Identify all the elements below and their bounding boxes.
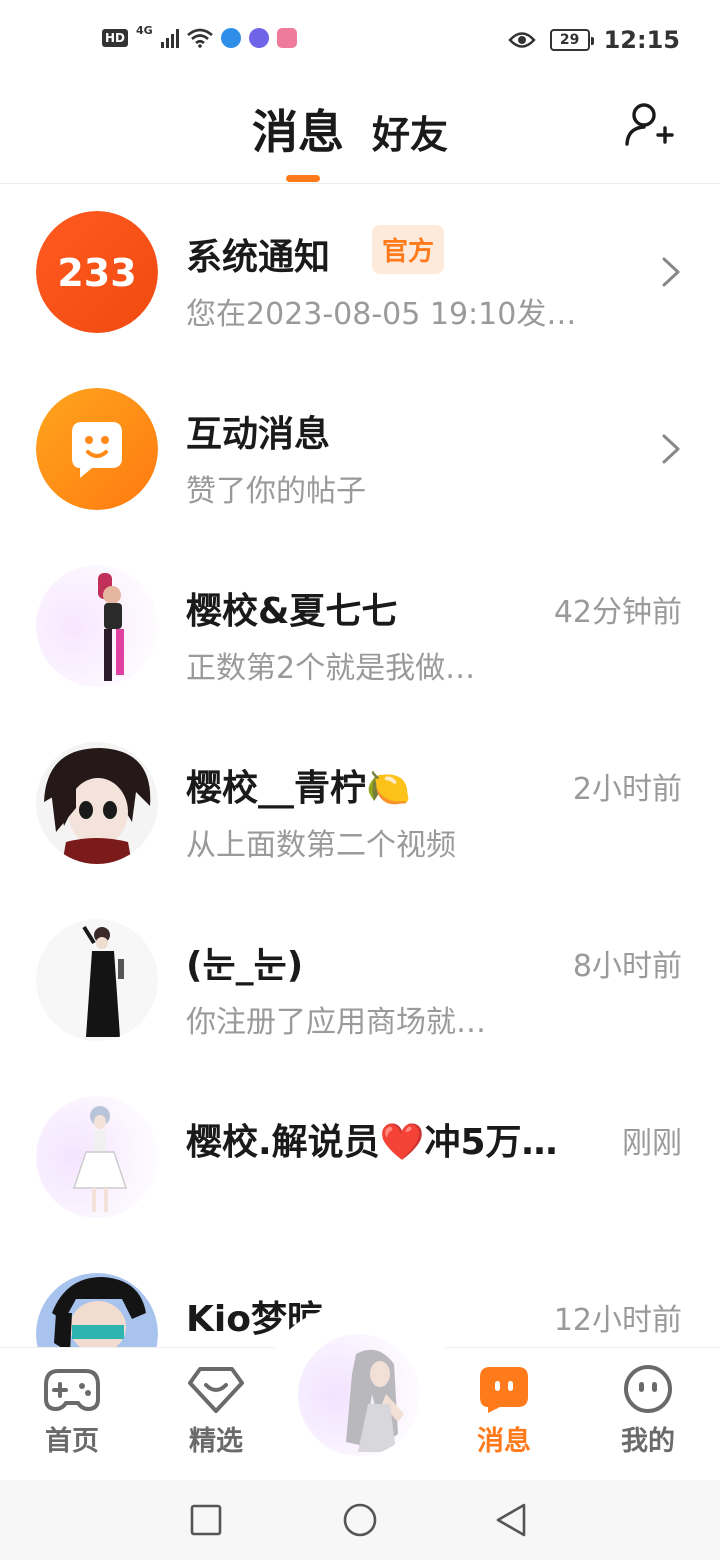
conversation-name: 系统通知 bbox=[186, 237, 331, 278]
hd-icon: HD bbox=[102, 29, 129, 47]
list-item[interactable]: 樱校__青柠🍋 2小时前 从上面数第二个视频 bbox=[0, 716, 720, 893]
gamepad-icon bbox=[44, 1369, 100, 1412]
conversation-time: 12小时前 bbox=[553, 1303, 682, 1338]
chat-bubble-icon bbox=[480, 1367, 528, 1413]
back-icon[interactable] bbox=[494, 1502, 530, 1538]
conversation-preview: 你注册了应用商场就… bbox=[186, 1005, 486, 1040]
nav-mine[interactable]: 我的 bbox=[598, 1363, 698, 1458]
system-notification-avatar: 233 bbox=[36, 211, 158, 333]
chevron-right-icon bbox=[660, 255, 684, 289]
avatar-text: 233 bbox=[57, 251, 136, 295]
chevron-right-icon bbox=[660, 432, 684, 466]
tab-messages[interactable]: 消息 bbox=[252, 96, 344, 162]
conversation-list: 233 系统通知 官方 您在2023-08-05 19:10发… 互动消息 赞了… bbox=[0, 185, 720, 1347]
status-right: 29 12:15 bbox=[507, 26, 680, 54]
user-avatar bbox=[36, 742, 158, 864]
conversation-name: 樱校&夏七七 bbox=[186, 591, 398, 632]
center-character-avatar[interactable] bbox=[298, 1334, 420, 1456]
list-item[interactable]: 互动消息 赞了你的帖子 bbox=[0, 362, 720, 539]
nav-mine-label: 我的 bbox=[621, 1426, 675, 1457]
home-icon[interactable] bbox=[342, 1502, 378, 1538]
gallery-app-icon bbox=[276, 28, 297, 48]
conversation-time: 2小时前 bbox=[572, 772, 682, 807]
page-header: 消息 好友 bbox=[0, 84, 720, 184]
list-item[interactable]: 233 系统通知 官方 您在2023-08-05 19:10发… bbox=[0, 185, 720, 362]
conversation-preview: 您在2023-08-05 19:10发… bbox=[186, 297, 577, 332]
user-avatar bbox=[36, 565, 158, 687]
active-tab-indicator bbox=[286, 175, 320, 182]
list-item[interactable]: (눈_눈) 8小时前 你注册了应用商场就… bbox=[0, 893, 720, 1070]
nav-home-label: 首页 bbox=[45, 1426, 99, 1457]
status-left: HD 4G bbox=[102, 24, 297, 48]
conversation-time: 8小时前 bbox=[572, 949, 682, 984]
conversation-preview: 正数第2个就是我做… bbox=[186, 651, 476, 686]
add-friend-icon[interactable] bbox=[620, 98, 676, 154]
battery-icon: 29 bbox=[549, 29, 594, 51]
conversation-name: (눈_눈) bbox=[186, 945, 304, 986]
conversation-preview: 从上面数第二个视频 bbox=[186, 828, 456, 863]
interactive-messages-avatar bbox=[36, 388, 158, 510]
heart-diamond-icon bbox=[188, 1367, 244, 1413]
user-avatar bbox=[36, 1273, 158, 1347]
network-type: 4G bbox=[136, 23, 153, 37]
music-app-icon bbox=[248, 28, 269, 48]
nav-featured[interactable]: 精选 bbox=[166, 1363, 266, 1458]
conversation-name: 樱校__青柠🍋 bbox=[186, 768, 411, 809]
system-nav-bar bbox=[0, 1480, 720, 1560]
conversation-time: 刚刚 bbox=[622, 1126, 682, 1161]
conversation-name: 互动消息 bbox=[186, 414, 331, 455]
profile-face-icon bbox=[624, 1365, 672, 1413]
nav-messages[interactable]: 消息 bbox=[454, 1363, 554, 1458]
recent-apps-icon[interactable] bbox=[188, 1502, 224, 1538]
wifi-icon bbox=[186, 28, 213, 48]
status-bar: HD 4G 29 12:15 bbox=[0, 0, 720, 84]
signal-icon bbox=[160, 28, 179, 48]
eye-comfort-icon bbox=[507, 31, 536, 49]
app-notification-icon bbox=[220, 28, 241, 48]
conversation-preview: 赞了你的帖子 bbox=[186, 474, 366, 509]
nav-home[interactable]: 首页 bbox=[22, 1363, 122, 1458]
official-badge: 官方 bbox=[372, 225, 445, 274]
list-item[interactable]: 樱校&夏七七 42分钟前 正数第2个就是我做… bbox=[0, 539, 720, 716]
user-avatar bbox=[36, 1096, 158, 1218]
conversation-name: 樱校.解说员❤️冲5万… bbox=[186, 1122, 558, 1163]
list-item[interactable]: 樱校.解说员❤️冲5万… 刚刚 bbox=[0, 1070, 720, 1247]
user-avatar bbox=[36, 919, 158, 1041]
clock: 12:15 bbox=[603, 26, 680, 54]
tab-friends[interactable]: 好友 bbox=[372, 104, 448, 159]
nav-messages-label: 消息 bbox=[477, 1426, 531, 1457]
nav-featured-label: 精选 bbox=[189, 1426, 243, 1457]
conversation-time: 42分钟前 bbox=[553, 595, 682, 630]
